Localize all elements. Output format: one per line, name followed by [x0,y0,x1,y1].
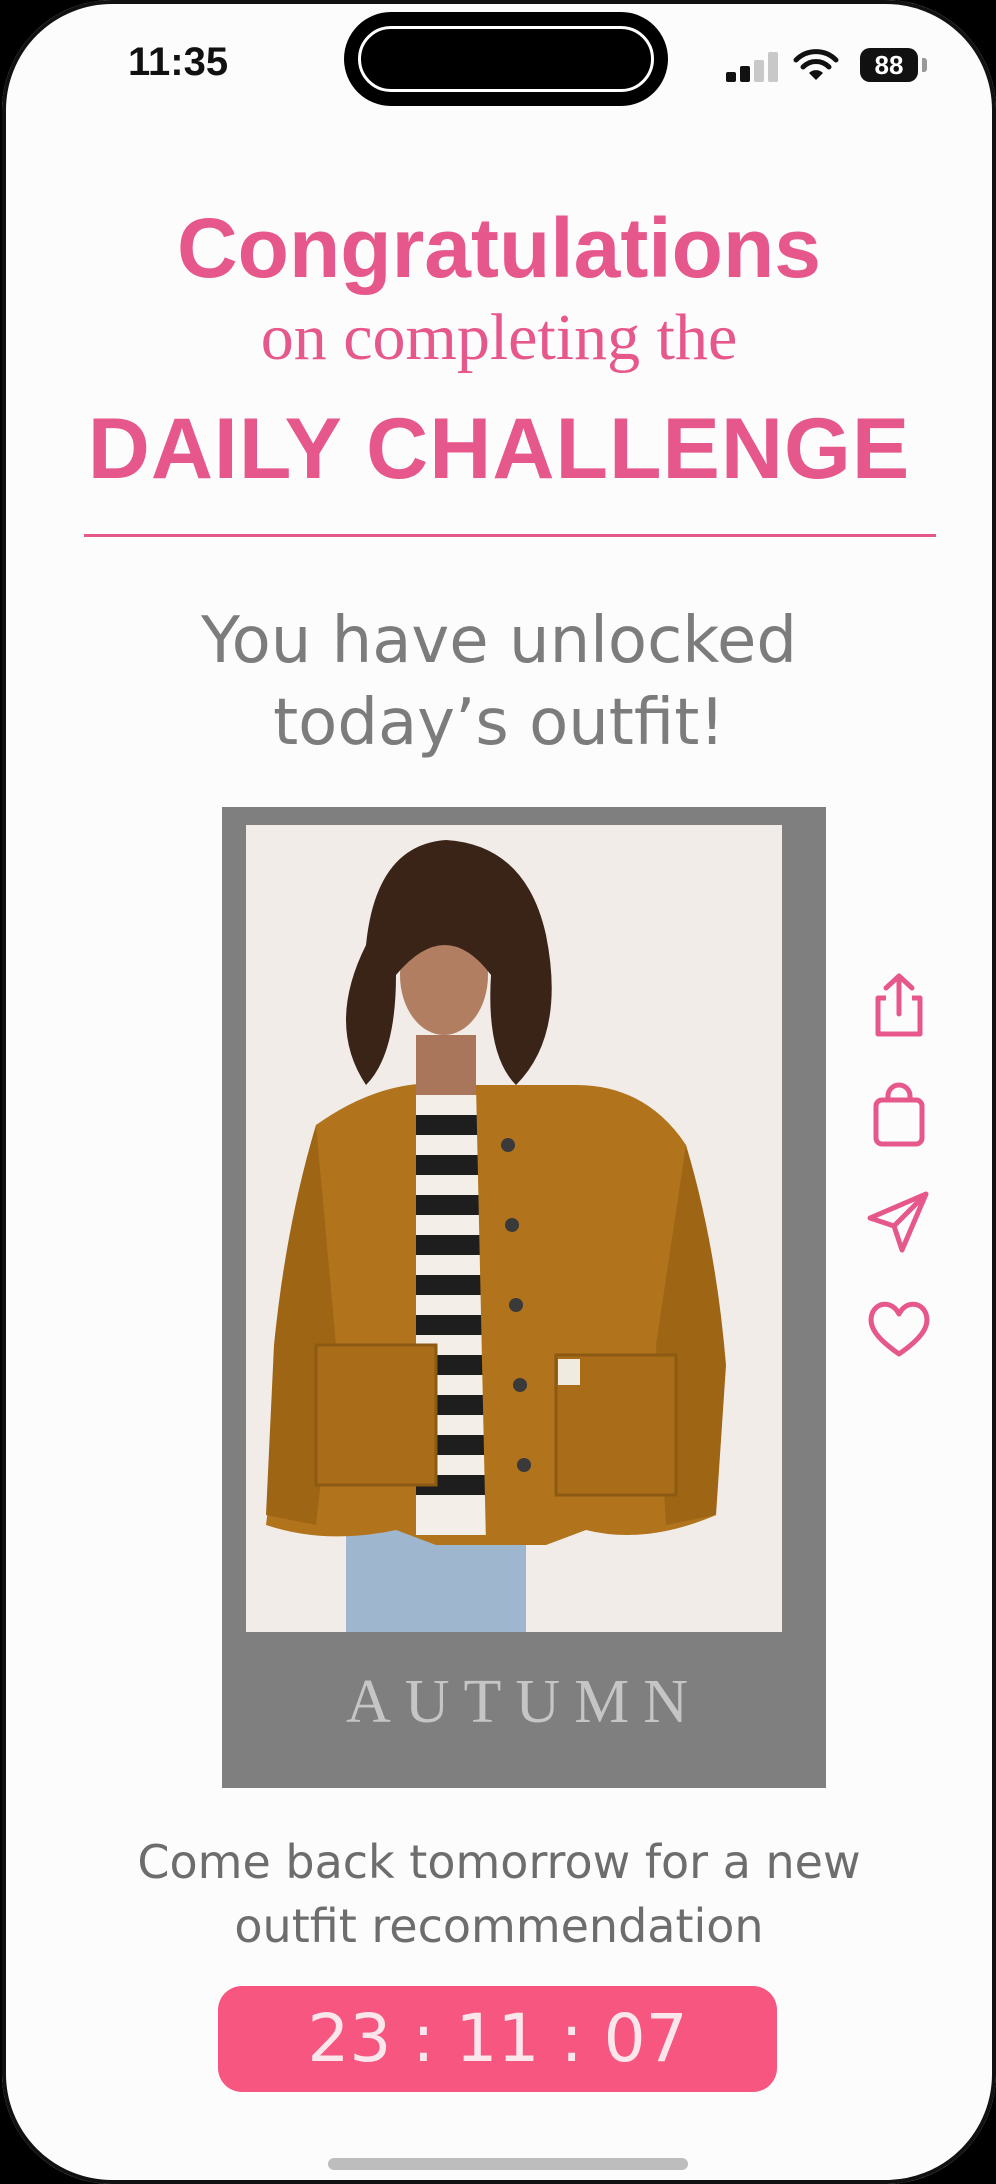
home-indicator[interactable] [328,2158,688,2170]
outfit-illustration [266,840,726,1632]
wifi-icon [793,49,839,80]
battery-icon: 88 [860,48,918,82]
divider [84,534,936,537]
come-back-message: Come back tomorrow for a new outfit reco… [2,1830,996,1958]
signal-icon [726,52,782,82]
unlocked-line-1: You have unlocked [200,604,798,678]
unlocked-message: You have unlocked today’s outfit! [2,600,996,764]
season-label: AUTUMN [345,1668,703,1736]
shopping-bag-icon[interactable] [864,1082,934,1152]
outfit-card[interactable]: AUTUMN [222,807,826,1788]
battery-nub [922,58,927,72]
unlocked-line-2: today’s outfit! [273,686,725,760]
congratulations-heading: Congratulations [177,201,821,295]
outfit-photo[interactable] [246,825,782,1632]
send-icon[interactable] [864,1188,934,1258]
status-time: 11:35 [128,40,229,84]
come-back-line-1: Come back tomorrow for a new [137,1835,861,1889]
share-icon[interactable] [864,970,934,1040]
subheading: on completing the [260,301,738,374]
dynamic-island [344,12,668,106]
come-back-line-2: outfit recommendation [234,1899,764,1953]
daily-challenge-heading: DAILY CHALLENGE [87,401,911,497]
countdown-timer: 23 : 11 : 07 [218,1986,777,2092]
heart-icon[interactable] [864,1292,934,1362]
phone-screen: 11:35 88 Congratulations on completing t… [2,0,996,2184]
